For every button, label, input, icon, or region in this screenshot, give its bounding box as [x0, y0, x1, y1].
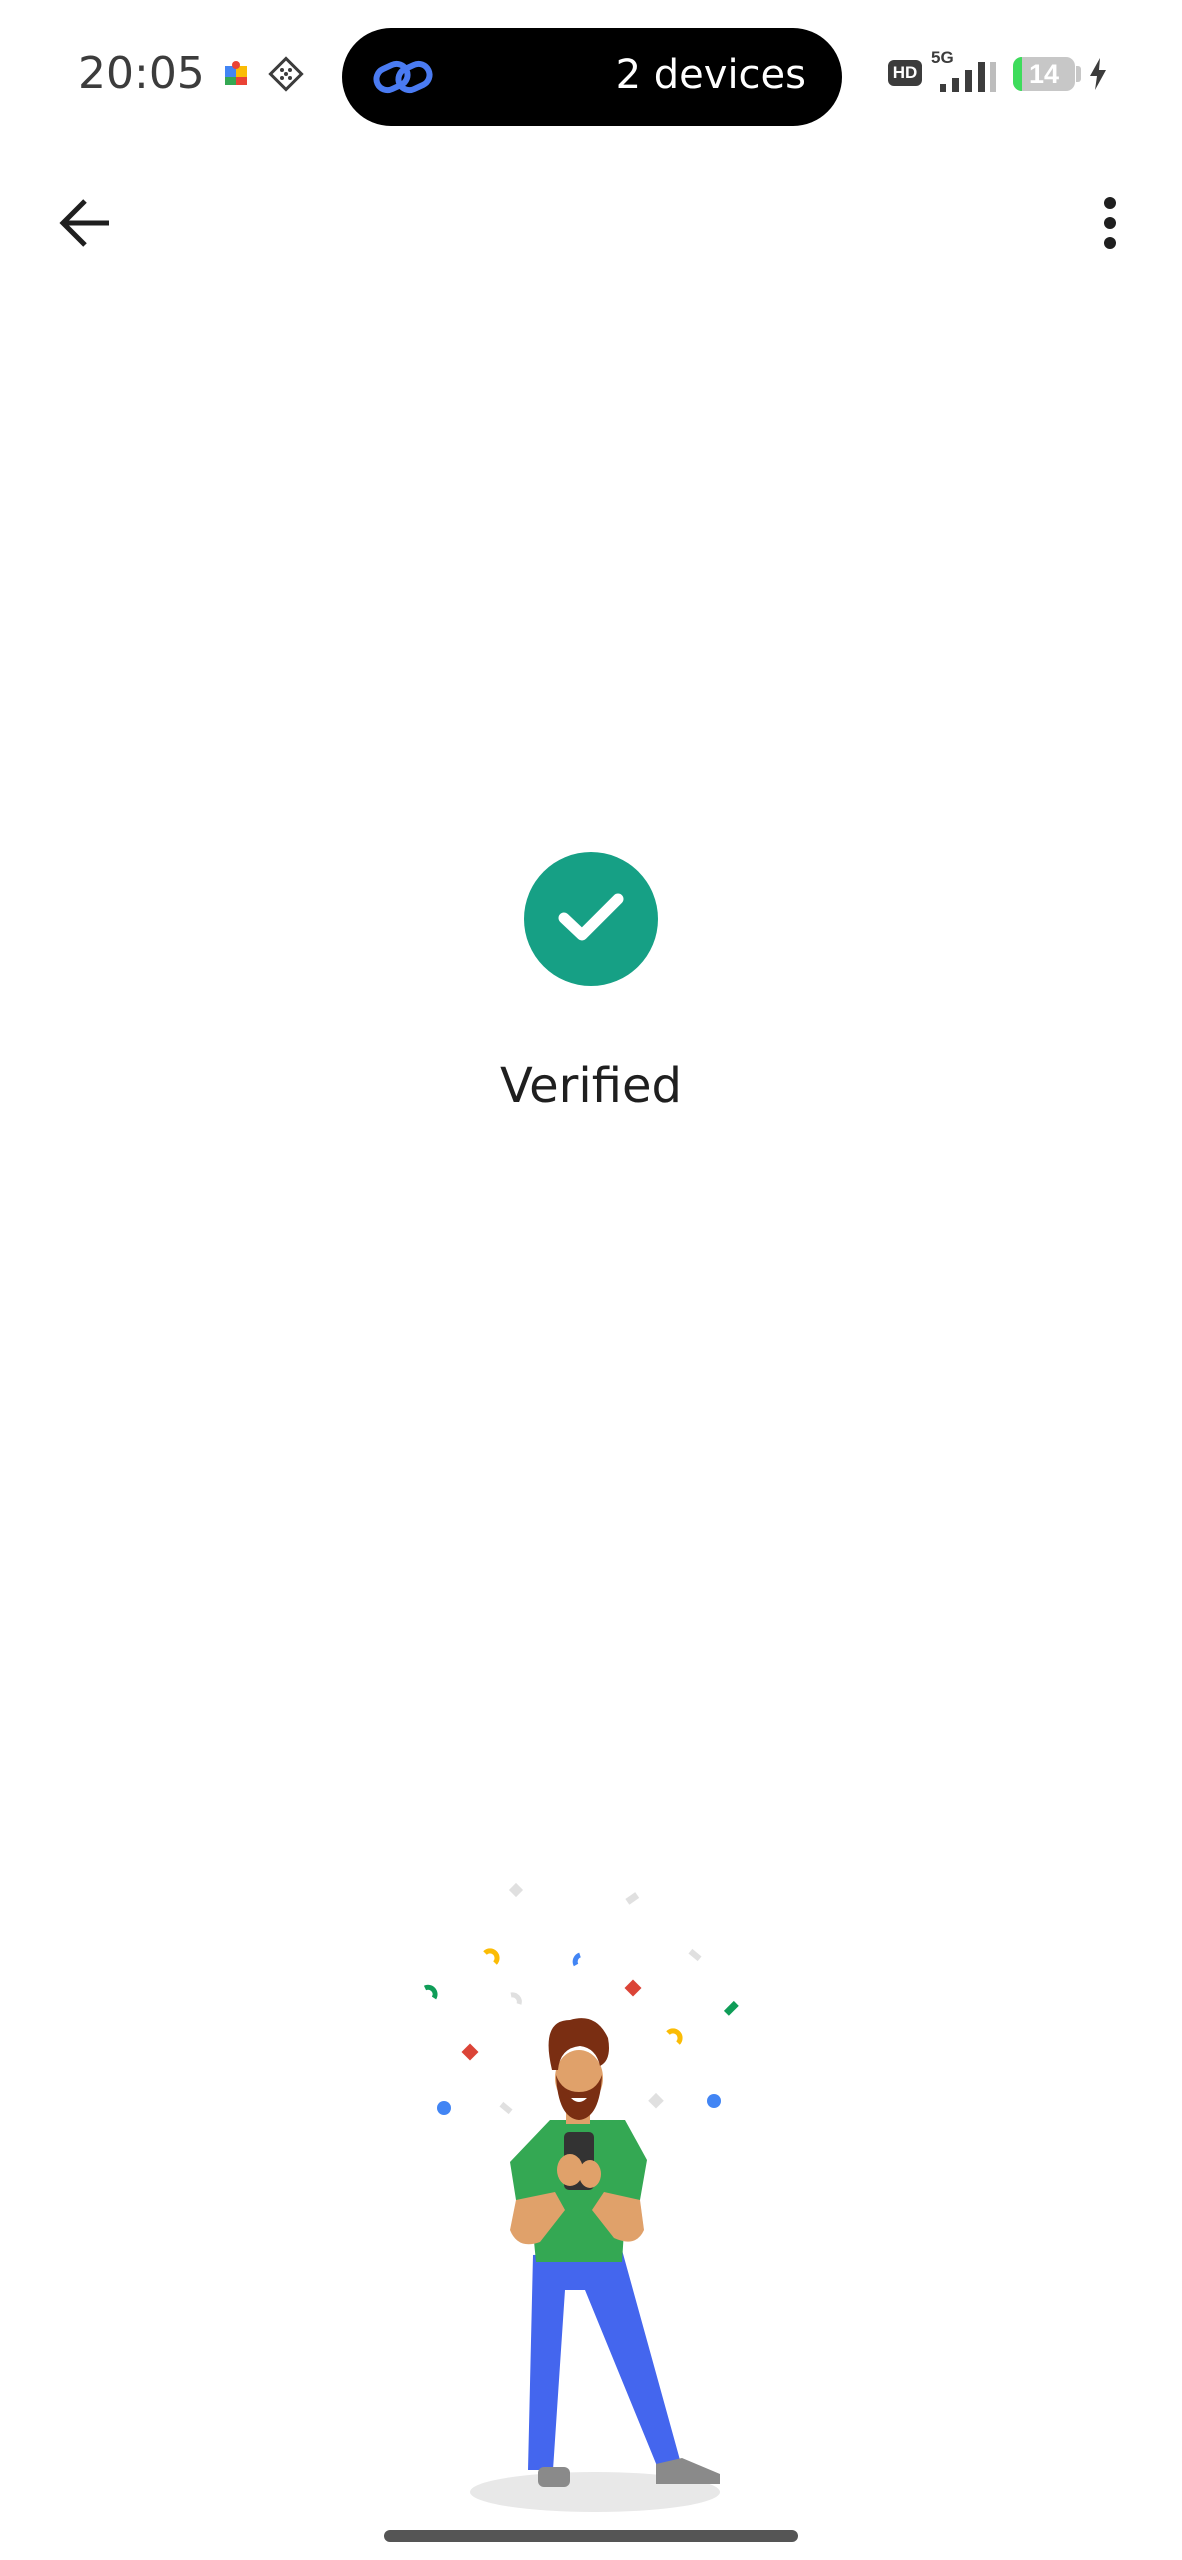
pill-label: 2 devices	[615, 52, 806, 98]
check-icon	[556, 890, 626, 949]
home-indicator[interactable]	[384, 2530, 798, 2542]
connected-devices-pill[interactable]: 2 devices	[342, 28, 842, 126]
link-icon	[370, 50, 436, 109]
grid-app-icon	[268, 56, 304, 97]
back-button[interactable]	[40, 170, 130, 280]
more-vert-icon	[1100, 193, 1120, 258]
verified-status-badge	[524, 852, 658, 986]
battery-nub	[1076, 66, 1081, 82]
signal-icon	[934, 60, 1000, 99]
arrow-left-icon	[57, 195, 113, 256]
status-bar: 20:05 2 devices HD 5G 14	[0, 0, 1182, 150]
verified-label: Verified	[500, 1058, 682, 1114]
battery-level: 14	[1028, 58, 1060, 89]
charging-icon	[1088, 57, 1108, 96]
app-bar	[0, 170, 1182, 280]
person-holding-phone-illustration	[400, 1870, 780, 2520]
battery-icon: 14	[1013, 57, 1075, 91]
puzzle-app-icon	[222, 58, 252, 93]
status-time: 20:05	[78, 48, 205, 99]
more-options-button[interactable]	[1070, 170, 1150, 280]
hd-badge: HD	[888, 60, 922, 86]
